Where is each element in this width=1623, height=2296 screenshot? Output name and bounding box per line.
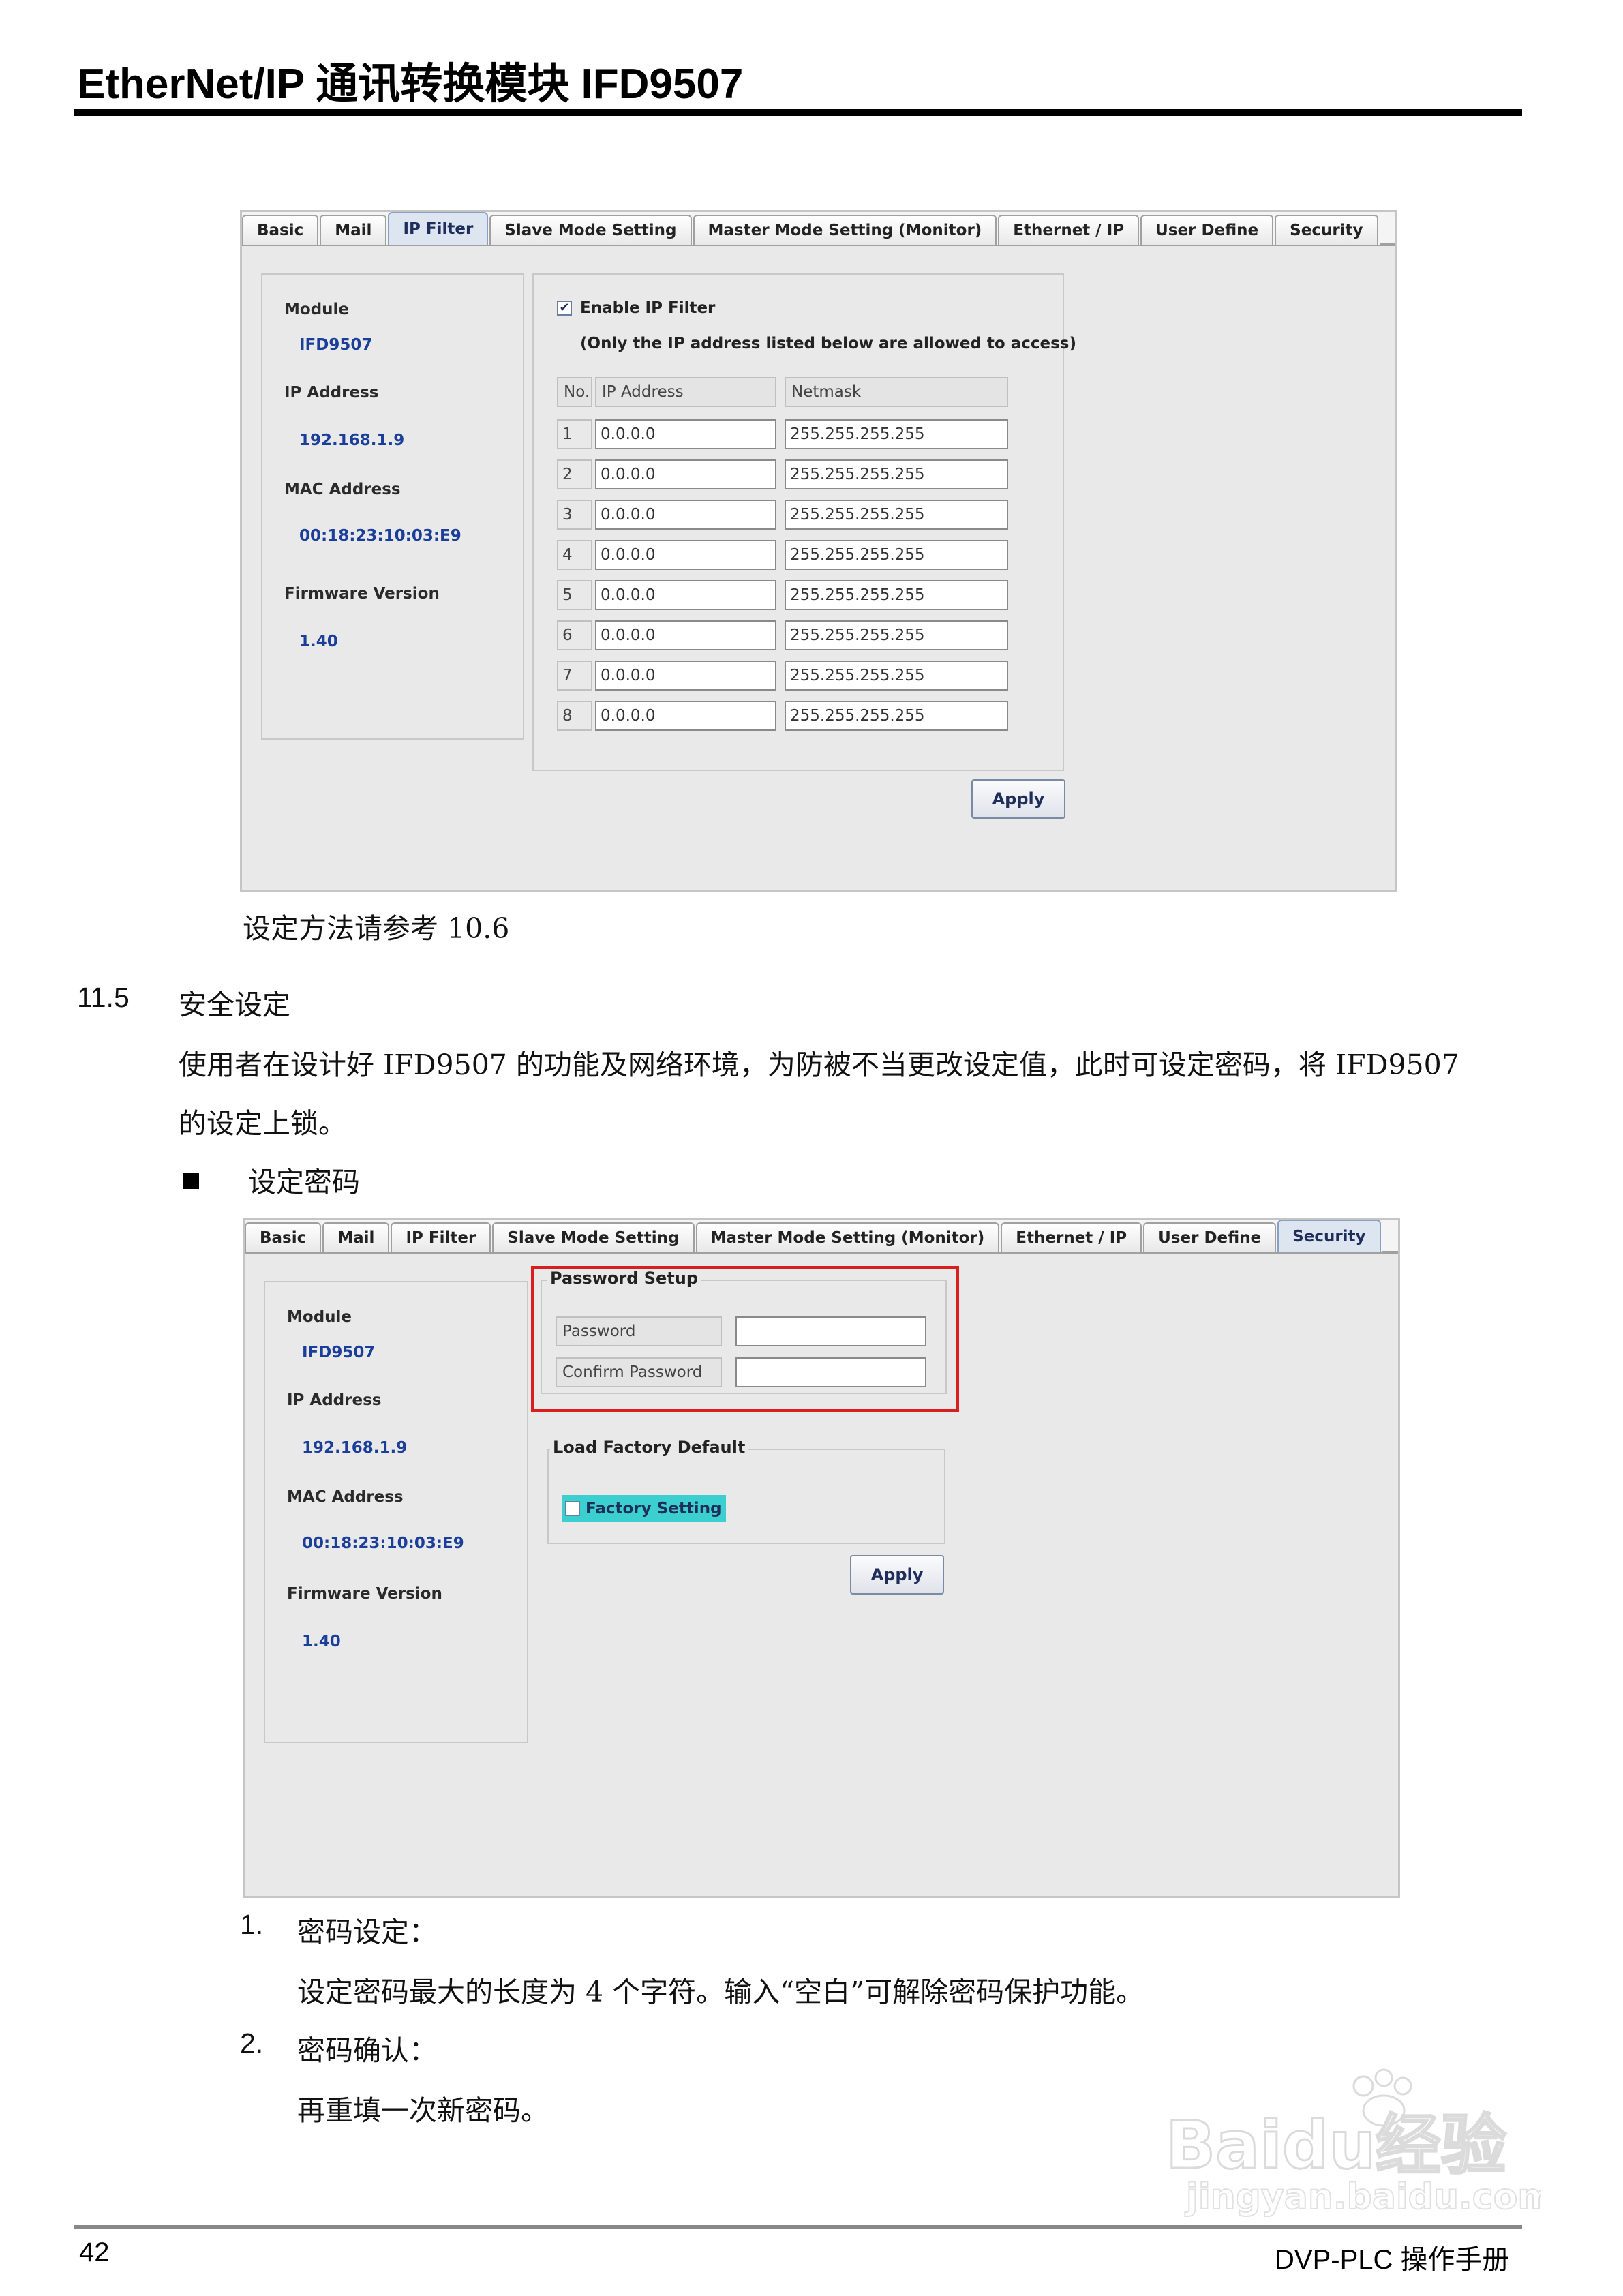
firmware-version-value: 1.40	[299, 633, 338, 650]
tab-master-mode-setting[interactable]: Master Mode Setting (Monitor)	[693, 215, 997, 245]
section-title: 安全设定	[179, 988, 290, 1021]
row-number: 1	[557, 419, 592, 449]
tab-security[interactable]: Security	[1275, 215, 1378, 245]
netmask-input[interactable]: 255.255.255.255	[785, 701, 1008, 731]
list-item-description: 设定密码最大的长度为 4 个字符。输入“空白”可解除密码保护功能。	[297, 1976, 1144, 2008]
ip-address-input[interactable]: 0.0.0.0	[595, 500, 776, 530]
manual-name: DVP-PLC 操作手册	[1275, 2245, 1510, 2275]
watermark-brand: Baidu经验	[1166, 2107, 1506, 2184]
row-number: 6	[557, 620, 592, 650]
page-number: 42	[79, 2237, 110, 2267]
firmware-version-value: 1.40	[302, 1633, 341, 1650]
row-number: 7	[557, 661, 592, 691]
section-paragraph-line-2: 的设定上锁。	[179, 1107, 346, 1140]
factory-setting-label: Factory Setting	[586, 1500, 722, 1517]
ip-address-input[interactable]: 0.0.0.0	[595, 540, 776, 570]
mac-address-value: 00:18:23:10:03:E9	[299, 527, 461, 545]
tab-basic[interactable]: Basic	[245, 1222, 322, 1252]
password-highlight-box	[531, 1266, 959, 1412]
column-header-netmask: Netmask	[785, 377, 1008, 407]
row-number: 5	[557, 580, 592, 610]
bullet-square-icon	[183, 1173, 199, 1189]
row-number: 3	[557, 500, 592, 530]
mac-address-label: MAC Address	[284, 481, 401, 498]
section-number: 11.5	[77, 982, 130, 1013]
section-paragraph-line-1: 使用者在设计好 IFD9507 的功能及网络环境，为防被不当更改设定值，此时可设…	[179, 1048, 1459, 1081]
tab-ip-filter[interactable]: IP Filter	[391, 1222, 491, 1252]
module-value: IFD9507	[299, 336, 373, 354]
netmask-input[interactable]: 255.255.255.255	[785, 419, 1008, 449]
footer-rule	[74, 2225, 1522, 2229]
tab-ethernet-ip[interactable]: Ethernet / IP	[1001, 1222, 1142, 1252]
list-item-number: 2.	[240, 2027, 264, 2059]
bullet-text: 设定密码	[248, 1166, 360, 1198]
ip-address-input[interactable]: 0.0.0.0	[595, 661, 776, 691]
row-number: 8	[557, 701, 592, 731]
tab-master-mode-setting[interactable]: Master Mode Setting (Monitor)	[695, 1222, 1000, 1252]
tab-user-define[interactable]: User Define	[1140, 215, 1274, 245]
ip-address-label: IP Address	[287, 1391, 382, 1409]
tab-slave-mode-setting[interactable]: Slave Mode Setting	[489, 215, 692, 245]
ip-address-input[interactable]: 0.0.0.0	[595, 620, 776, 650]
netmask-input[interactable]: 255.255.255.255	[785, 580, 1008, 610]
mac-address-label: MAC Address	[287, 1488, 404, 1506]
factory-setting-checkbox[interactable]	[565, 1501, 580, 1516]
baidu-watermark-logo: Baidu经验 jingyan.baidu.com	[1165, 2068, 1541, 2218]
ip-address-value: 192.168.1.9	[302, 1439, 408, 1457]
ip-address-input[interactable]: 0.0.0.0	[595, 419, 776, 449]
ip-address-input[interactable]: 0.0.0.0	[595, 580, 776, 610]
tab-mail[interactable]: Mail	[322, 1222, 390, 1252]
ip-filter-note: (Only the IP address listed below are al…	[580, 335, 1076, 352]
netmask-input[interactable]: 255.255.255.255	[785, 661, 1008, 691]
tab-bar: Basic Mail IP Filter Slave Mode Setting …	[242, 212, 1395, 245]
security-screenshot: Basic Mail IP Filter Slave Mode Setting …	[243, 1218, 1400, 1898]
caption-reference: 设定方法请参考 10.6	[243, 912, 510, 945]
module-info-box: Module IFD9507 IP Address 192.168.1.9 MA…	[264, 1281, 528, 1743]
tab-ip-filter[interactable]: IP Filter	[388, 212, 489, 245]
header-rule	[74, 109, 1522, 116]
list-item-description: 再重填一次新密码。	[297, 2094, 549, 2127]
row-number: 4	[557, 540, 592, 570]
firmware-version-label: Firmware Version	[284, 585, 440, 603]
netmask-input[interactable]: 255.255.255.255	[785, 620, 1008, 650]
apply-button[interactable]: Apply	[971, 779, 1065, 819]
ip-filter-screenshot: Basic Mail IP Filter Slave Mode Setting …	[240, 210, 1397, 892]
tab-mail[interactable]: Mail	[320, 215, 387, 245]
ip-address-input[interactable]: 0.0.0.0	[595, 459, 776, 489]
list-item-number: 1.	[240, 1909, 264, 1940]
factory-default-title: Load Factory Default	[550, 1438, 748, 1457]
tab-content: Module IFD9507 IP Address 192.168.1.9 MA…	[245, 1252, 1398, 1896]
tab-basic[interactable]: Basic	[242, 215, 319, 245]
netmask-input[interactable]: 255.255.255.255	[785, 540, 1008, 570]
mac-address-value: 00:18:23:10:03:E9	[302, 1535, 464, 1552]
factory-setting-option[interactable]: Factory Setting	[562, 1495, 726, 1522]
column-header-no: No.	[557, 377, 592, 407]
page-header-title: EtherNet/IP 通讯转换模块 IFD9507	[77, 61, 744, 108]
module-value: IFD9507	[302, 1344, 376, 1361]
ip-address-input[interactable]: 0.0.0.0	[595, 701, 776, 731]
list-item-title: 密码确认：	[297, 2034, 437, 2067]
ip-address-label: IP Address	[284, 384, 379, 402]
tab-ethernet-ip[interactable]: Ethernet / IP	[998, 215, 1140, 245]
ip-address-value: 192.168.1.9	[299, 432, 405, 449]
tab-user-define[interactable]: User Define	[1143, 1222, 1277, 1252]
apply-button[interactable]: Apply	[850, 1555, 944, 1595]
row-number: 2	[557, 459, 592, 489]
enable-ip-filter-label: Enable IP Filter	[580, 299, 716, 317]
column-header-ip-address: IP Address	[595, 377, 776, 407]
tab-slave-mode-setting[interactable]: Slave Mode Setting	[492, 1222, 695, 1252]
watermark-url: jingyan.baidu.com	[1185, 2177, 1541, 2218]
firmware-version-label: Firmware Version	[287, 1585, 442, 1603]
enable-ip-filter-checkbox[interactable]: ✔	[557, 301, 572, 316]
tab-content: Module IFD9507 IP Address 192.168.1.9 MA…	[242, 245, 1395, 890]
module-info-box: Module IFD9507 IP Address 192.168.1.9 MA…	[261, 273, 524, 740]
list-item-title: 密码设定：	[297, 1916, 437, 1948]
module-label: Module	[287, 1308, 352, 1326]
netmask-input[interactable]: 255.255.255.255	[785, 500, 1008, 530]
tab-bar: Basic Mail IP Filter Slave Mode Setting …	[245, 1220, 1398, 1252]
netmask-input[interactable]: 255.255.255.255	[785, 459, 1008, 489]
module-label: Module	[284, 301, 350, 318]
tab-security[interactable]: Security	[1277, 1220, 1381, 1252]
